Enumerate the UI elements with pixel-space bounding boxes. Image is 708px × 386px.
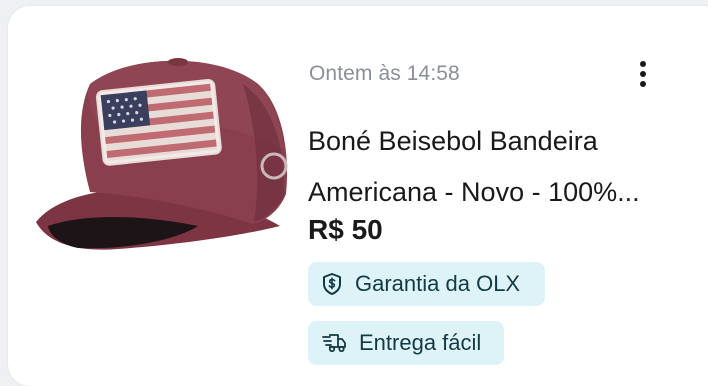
kebab-dot — [640, 81, 646, 87]
entrega-badge-label: Entrega fácil — [359, 330, 482, 355]
listing-price: R$ 50 — [308, 214, 383, 245]
kebab-dot — [640, 71, 646, 77]
kebab-dot — [640, 61, 646, 67]
listing-card[interactable]: Ontem às 14:58 Boné Beisebol Bandeira Am… — [8, 6, 708, 386]
product-image[interactable] — [28, 44, 290, 272]
listing-title[interactable]: Boné Beisebol Bandeira Americana - Novo … — [308, 116, 698, 218]
cap-image — [36, 58, 288, 250]
kebab-menu-icon[interactable] — [630, 56, 656, 92]
listing-title-line-2: Americana - Novo - 100%... — [308, 177, 640, 207]
listing-title-line-1: Boné Beisebol Bandeira — [308, 126, 598, 156]
garantia-badge: Garantia da OLX — [308, 262, 545, 306]
entrega-badge: Entrega fácil — [308, 321, 504, 365]
listing-timestamp: Ontem às 14:58 — [309, 62, 460, 85]
shield-dollar-icon — [323, 273, 341, 295]
garantia-badge-label: Garantia da OLX — [355, 271, 521, 296]
delivery-truck-icon — [322, 334, 346, 353]
